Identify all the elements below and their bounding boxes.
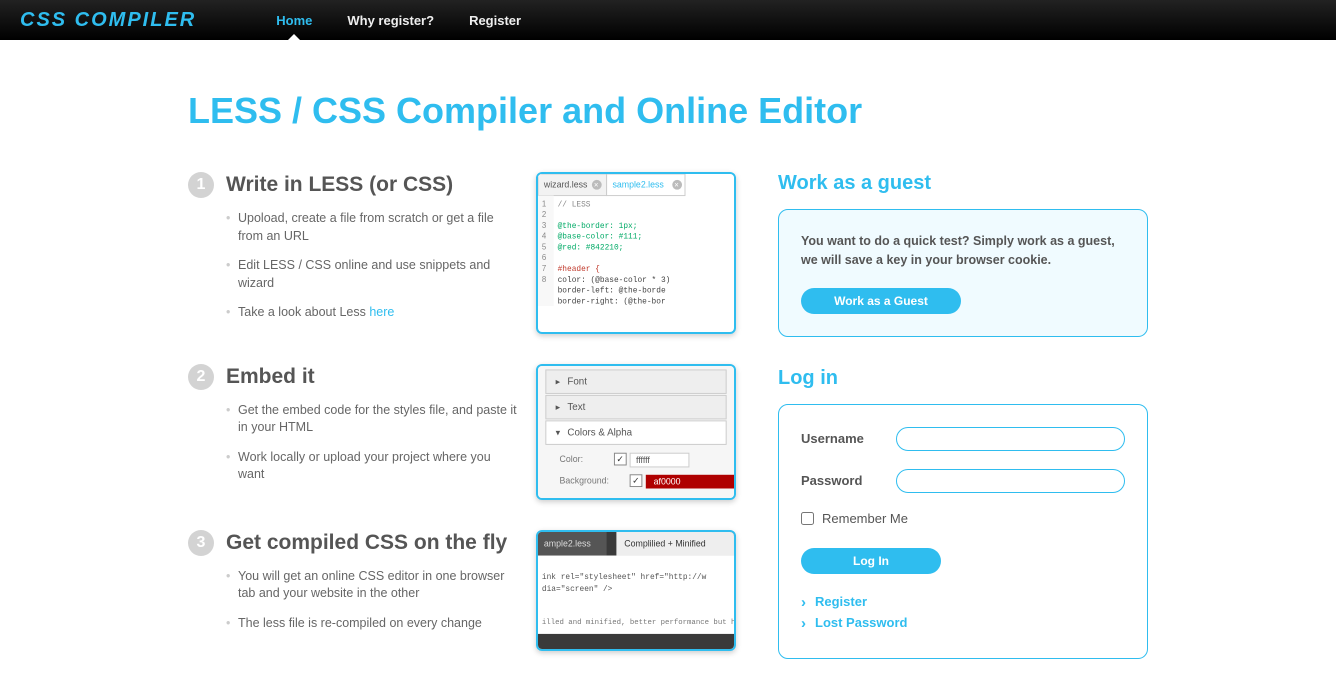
step-3-image: ample2.less Complilied + Minified ink re…: [536, 530, 736, 652]
guest-panel: You want to do a quick test? Simply work…: [778, 209, 1148, 337]
svg-text:×: ×: [674, 181, 679, 190]
nav-why-register[interactable]: Why register?: [347, 13, 434, 28]
logo: CSS COMPILER: [20, 9, 196, 32]
svg-text:8: 8: [542, 275, 547, 284]
svg-text:1: 1: [542, 199, 546, 208]
step-item: The less file is re-compiled on every ch…: [226, 615, 518, 633]
login-panel: Username Password Remember Me Log In Reg…: [778, 404, 1148, 659]
password-input[interactable]: [896, 469, 1125, 493]
svg-text:7: 7: [542, 264, 546, 273]
guest-text: You want to do a quick test? Simply work…: [801, 232, 1125, 270]
svg-text:dia="screen" />: dia="screen" />: [542, 585, 613, 594]
svg-text:2: 2: [542, 210, 546, 219]
svg-text:ample2.less: ample2.less: [544, 538, 592, 548]
step-item: Work locally or upload your project wher…: [226, 449, 518, 484]
step-item: Upoload, create a file from scratch or g…: [226, 210, 518, 245]
username-label: Username: [801, 431, 896, 446]
password-label: Password: [801, 473, 896, 488]
svg-text:ffffff: ffffff: [636, 455, 650, 465]
svg-text:▸: ▸: [556, 376, 561, 386]
step-3: 3 Get compiled CSS on the fly You will g…: [188, 530, 748, 652]
svg-text:wizard.less: wizard.less: [543, 180, 588, 190]
step-title: Embed it: [226, 365, 315, 389]
svg-text:Color:: Color:: [560, 454, 583, 464]
svg-text:Font: Font: [567, 376, 587, 387]
work-as-guest-button[interactable]: Work as a Guest: [801, 288, 961, 314]
svg-text:@red: #842210;: @red: #842210;: [558, 243, 624, 252]
svg-text:✓: ✓: [616, 454, 623, 464]
svg-text:6: 6: [542, 253, 547, 262]
step-1-image: wizard.less × sample2.less × 1 2 3 4 5 6 7 8…: [536, 172, 736, 334]
step-item: Get the embed code for the styles file, …: [226, 402, 518, 437]
svg-text:▾: ▾: [556, 427, 561, 437]
svg-text:Text: Text: [567, 402, 585, 413]
svg-text:Background:: Background:: [560, 475, 609, 485]
svg-text:×: ×: [594, 181, 599, 190]
svg-text:✓: ✓: [632, 475, 639, 485]
nav-home[interactable]: Home: [276, 13, 312, 28]
step-number: 2: [188, 364, 214, 390]
svg-text:border-left: @the-borde: border-left: @the-borde: [558, 287, 666, 296]
step-1: 1 Write in LESS (or CSS) Upoload, create…: [188, 172, 748, 334]
svg-text:illed and minified, better per: illed and minified, better performance b…: [542, 619, 734, 627]
svg-text:4: 4: [542, 232, 547, 241]
svg-text:Complilied + Minified: Complilied + Minified: [624, 538, 706, 548]
step-title: Write in LESS (or CSS): [226, 173, 453, 197]
step-item: Take a look about Less here: [226, 304, 518, 322]
right-column: Work as a guest You want to do a quick t…: [778, 172, 1148, 689]
login-panel-title: Log in: [778, 367, 1148, 390]
svg-text:ink rel="stylesheet" href="htt: ink rel="stylesheet" href="http://w: [542, 573, 707, 582]
svg-text:@the-border: 1px;: @the-border: 1px;: [558, 222, 638, 231]
svg-text:5: 5: [542, 242, 547, 251]
svg-text:▸: ▸: [556, 402, 561, 412]
register-link[interactable]: Register: [815, 594, 867, 609]
svg-text:sample2.less: sample2.less: [612, 180, 664, 190]
step-2: 2 Embed it Get the embed code for the st…: [188, 364, 748, 500]
lost-password-link[interactable]: Lost Password: [815, 615, 907, 630]
steps-column: 1 Write in LESS (or CSS) Upoload, create…: [188, 172, 748, 689]
username-input[interactable]: [896, 427, 1125, 451]
step-title: Get compiled CSS on the fly: [226, 531, 507, 555]
page-title: LESS / CSS Compiler and Online Editor: [188, 90, 1148, 132]
main-nav: Home Why register? Register: [276, 13, 521, 28]
login-button[interactable]: Log In: [801, 548, 941, 574]
svg-text:#header {: #header {: [558, 265, 601, 274]
step-number: 1: [188, 172, 214, 198]
main-container: LESS / CSS Compiler and Online Editor 1 …: [188, 40, 1148, 689]
svg-text:// LESS: // LESS: [558, 200, 591, 209]
remember-checkbox[interactable]: [801, 512, 814, 525]
remember-label: Remember Me: [822, 511, 908, 526]
nav-register[interactable]: Register: [469, 13, 521, 28]
svg-text:3: 3: [542, 221, 547, 230]
svg-text:border-right: (@the-bor: border-right: (@the-bor: [558, 297, 666, 306]
svg-text:Colors & Alpha: Colors & Alpha: [567, 427, 632, 438]
top-bar: CSS COMPILER Home Why register? Register: [0, 0, 1336, 40]
svg-text:color: (@base-color * 3): color: (@base-color * 3): [558, 276, 671, 285]
svg-text:@base-color: #111;: @base-color: #111;: [558, 233, 643, 242]
guest-panel-title: Work as a guest: [778, 172, 1148, 195]
step-2-image: ▸ Font ▸ Text ▾ Colors & Alpha Color: ✓ …: [536, 364, 736, 500]
less-link[interactable]: here: [369, 305, 394, 319]
svg-text:af0000: af0000: [654, 476, 681, 486]
step-item: You will get an online CSS editor in one…: [226, 568, 518, 603]
step-number: 3: [188, 530, 214, 556]
step-item: Edit LESS / CSS online and use snippets …: [226, 257, 518, 292]
